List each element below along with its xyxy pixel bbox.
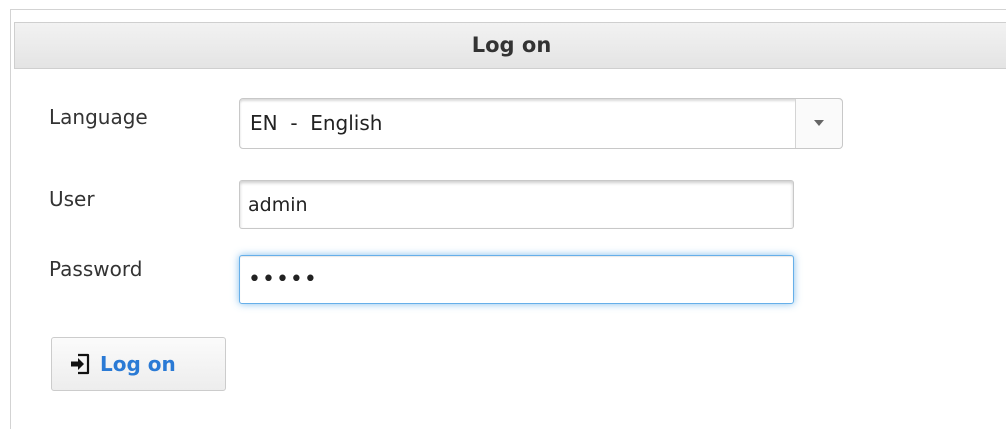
language-label: Language bbox=[49, 105, 148, 129]
page-title: Log on bbox=[471, 33, 552, 57]
password-input[interactable] bbox=[239, 255, 794, 304]
password-label: Password bbox=[49, 257, 143, 281]
sign-in-icon bbox=[71, 353, 90, 375]
panel-header: Log on bbox=[14, 22, 1006, 69]
user-input[interactable] bbox=[239, 180, 794, 229]
login-panel: Log on Language EN - English User Passwo… bbox=[10, 9, 1006, 429]
chevron-down-icon bbox=[814, 120, 824, 126]
log-on-button[interactable]: Log on bbox=[51, 337, 226, 391]
user-label: User bbox=[49, 187, 95, 211]
language-select-value: EN - English bbox=[250, 111, 383, 135]
log-on-label: Log on bbox=[100, 352, 176, 376]
language-select-toggle[interactable] bbox=[795, 99, 842, 148]
language-select[interactable]: EN - English bbox=[239, 98, 843, 149]
